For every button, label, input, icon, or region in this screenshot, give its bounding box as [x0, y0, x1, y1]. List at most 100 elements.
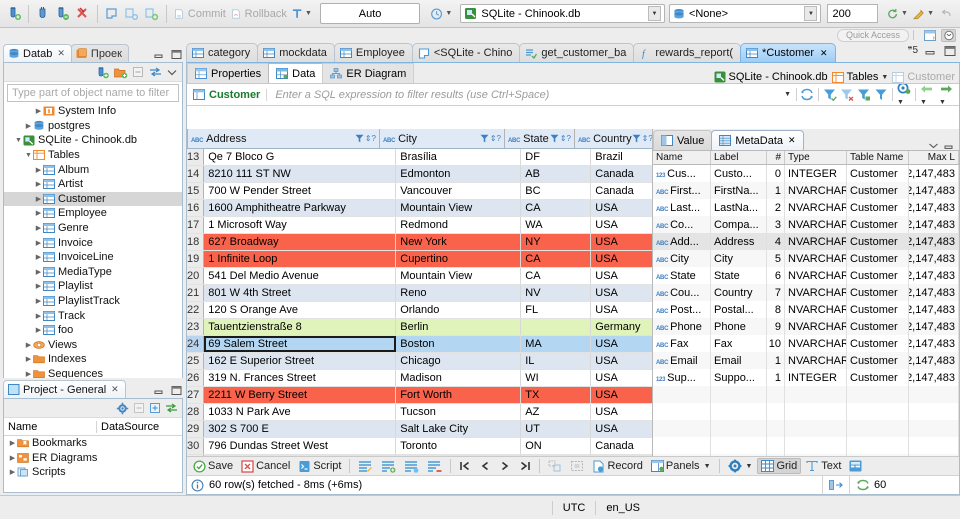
table-row[interactable]: 171 Microsoft WayRedmondWAUSA98	[187, 217, 652, 234]
metadata-cell-index[interactable]: 2	[767, 199, 785, 216]
link-editor-icon[interactable]	[165, 402, 178, 414]
metadata-row[interactable]: ABC State State 6 NVARCHAR Customer 2,147,483	[653, 267, 959, 284]
tab-properties[interactable]: Properties	[187, 63, 270, 83]
row-number[interactable]: 23	[187, 319, 205, 335]
cell-state[interactable]: CA	[521, 268, 592, 284]
cell-address[interactable]: 302 S 700 E	[204, 421, 397, 437]
panel-layout-icon[interactable]	[822, 476, 849, 494]
metadata-cell-table-name[interactable]: Customer	[847, 182, 909, 199]
row-number[interactable]: 13	[187, 149, 205, 165]
cell-country[interactable]: Canada	[591, 438, 652, 454]
metadata-row[interactable]: ABC City City 5 NVARCHAR Customer 2,147,483	[653, 250, 959, 267]
chevron-down-icon[interactable]: ▼	[746, 463, 753, 470]
metadata-cell-name[interactable]: ABC Email	[653, 352, 711, 369]
metadata-cell-label[interactable]: LastNa...	[711, 199, 767, 216]
cell-country[interactable]: USA	[591, 285, 652, 301]
navigator-filter-input[interactable]: Type part of object name to filter	[7, 84, 179, 102]
project-item-scripts[interactable]: ▶ Scripts	[4, 465, 182, 480]
twisty-right-icon[interactable]: ▶	[34, 166, 43, 174]
cell-city[interactable]: Orlando	[396, 302, 522, 318]
metadata-cell-index[interactable]: 9	[767, 318, 785, 335]
close-icon[interactable]: ✕	[57, 48, 65, 59]
metadata-row[interactable]: ABC Email Email 1 NVARCHAR Customer 2,147,483	[653, 352, 959, 369]
collapse-icon[interactable]	[133, 402, 145, 414]
row-number[interactable]: 25	[187, 353, 205, 369]
breadcrumb-item-tables[interactable]: Tables ▼	[831, 71, 888, 83]
table-row[interactable]: 30796 Dundas Street WestTorontoONCanadaM…	[187, 438, 652, 455]
tree-node-tables[interactable]: ▼ Tables	[4, 148, 182, 163]
metadata-cell-table-name[interactable]: Customer	[847, 352, 909, 369]
row-number[interactable]: 18	[187, 234, 205, 250]
tab-overflow-indicator[interactable]: ❞5	[908, 45, 918, 56]
project-item-bookmarks[interactable]: ▶ Bookmarks	[4, 436, 182, 451]
twisty-right-icon[interactable]: ▶	[8, 468, 17, 476]
table-row[interactable]: 22120 S Orange AveOrlandoFLUSA32	[187, 302, 652, 319]
cell-country[interactable]: Canada	[591, 166, 652, 182]
generate-data-icon[interactable]: ▼	[910, 3, 936, 25]
new-sql-script-icon[interactable]	[142, 3, 162, 25]
metadata-cell-type[interactable]: NVARCHAR	[785, 250, 847, 267]
metadata-cell-max-length[interactable]: 2,147,483	[909, 250, 959, 267]
chevron-down-icon[interactable]: ▼	[927, 10, 934, 17]
table-row[interactable]: 20 541 Del Medio Avenue Mountain View CA USA…	[187, 268, 652, 285]
metadata-cell-table-name[interactable]: Customer	[847, 335, 909, 352]
connection-select[interactable]: SQLite - Chinook.db ▼	[460, 4, 665, 23]
twisty-right-icon[interactable]: ▶	[34, 180, 43, 188]
tree-node-playlisttrack[interactable]: ▶ PlaylistTrack	[4, 294, 182, 309]
metadata-cell-max-length[interactable]: 2,147,483	[909, 352, 959, 369]
twisty-right-icon[interactable]: ▶	[24, 370, 33, 378]
metadata-cell-table-name[interactable]: Customer	[847, 318, 909, 335]
tree-node-mediatype[interactable]: ▶ MediaType	[4, 265, 182, 280]
project-tree[interactable]: ▶ Bookmarks ▶ ER Diagrams ▶ Scripts	[4, 436, 182, 492]
row-number[interactable]: 22	[187, 302, 205, 318]
filter-apply-icon[interactable]	[823, 88, 837, 101]
table-row[interactable]: 13Qe 7 Bloco GBrasíliaDFBrazil71	[187, 149, 652, 166]
cell-city[interactable]: Edmonton	[396, 166, 522, 182]
metadata-cell-name[interactable]: ABC First...	[653, 182, 711, 199]
cell-country[interactable]: USA	[591, 251, 652, 267]
minimize-icon[interactable]	[944, 141, 955, 150]
metadata-cell-index[interactable]: 5	[767, 250, 785, 267]
metadata-cell-index[interactable]: 10	[767, 335, 785, 352]
close-icon[interactable]: ✕	[111, 384, 119, 395]
column-filter-icons[interactable]: ⇕?	[480, 134, 501, 143]
tree-node-customer[interactable]: ▶ Customer	[4, 191, 182, 207]
twisty-right-icon[interactable]: ▶	[24, 355, 33, 363]
table-row[interactable]: 281033 N Park AveTucsonAZUSA85	[187, 404, 652, 421]
connect-icon[interactable]	[33, 3, 53, 25]
minimize-icon[interactable]	[154, 386, 165, 395]
edit-row-icon[interactable]	[355, 458, 376, 474]
twisty-right-icon[interactable]: ▶	[34, 209, 43, 217]
twisty-right-icon[interactable]: ▶	[34, 224, 43, 232]
metadata-cell-label[interactable]: Suppo...	[711, 369, 767, 386]
row-number[interactable]: 27	[187, 387, 205, 403]
metadata-row[interactable]: ABC Add... Address 4 NVARCHAR Customer 2,147,4…	[653, 233, 959, 250]
tree-node-genre[interactable]: ▶ Genre	[4, 221, 182, 236]
table-row[interactable]: 191 Infinite LoopCupertinoCAUSA95	[187, 251, 652, 268]
tree-node-track[interactable]: ▶ Track	[4, 308, 182, 323]
undo-icon[interactable]	[936, 3, 956, 25]
metadata-cell-name[interactable]: ABC State	[653, 267, 711, 284]
editor-tab-mockdata[interactable]: mockdata	[257, 43, 335, 62]
metadata-cell-name[interactable]: ABC Cou...	[653, 284, 711, 301]
metadata-cell-type[interactable]: NVARCHAR	[785, 267, 847, 284]
metadata-cell-label[interactable]: State	[711, 267, 767, 284]
view-menu-icon[interactable]	[166, 66, 178, 78]
table-row[interactable]: 16 1600 Amphitheatre Parkway Mountain View…	[187, 200, 652, 217]
metadata-cell-type[interactable]: NVARCHAR	[785, 216, 847, 233]
metadata-column-header-max-l[interactable]: Max L	[909, 151, 959, 164]
tree-node-indexes[interactable]: ▶ Indexes	[4, 352, 182, 367]
cell-country[interactable]: USA	[591, 336, 652, 352]
commit-button[interactable]: Commit	[171, 3, 228, 25]
metadata-cell-label[interactable]: Address	[711, 233, 767, 250]
metadata-cell-label[interactable]: City	[711, 250, 767, 267]
invalidate-connection-icon[interactable]	[73, 3, 93, 25]
new-connection-icon[interactable]	[4, 3, 24, 25]
metadata-column-header-table-name[interactable]: Table Name	[847, 151, 909, 164]
tree-node-invoiceline[interactable]: ▶ InvoiceLine	[4, 250, 182, 265]
grid-body[interactable]: 13Qe 7 Bloco GBrasíliaDFBrazil71148210 1…	[187, 149, 652, 456]
metadata-cell-type[interactable]: NVARCHAR	[785, 318, 847, 335]
metadata-cell-max-length[interactable]: 2,147,483	[909, 233, 959, 250]
metadata-cell-name[interactable]: ABC Post...	[653, 301, 711, 318]
rollback-button[interactable]: Rollback	[228, 3, 289, 25]
